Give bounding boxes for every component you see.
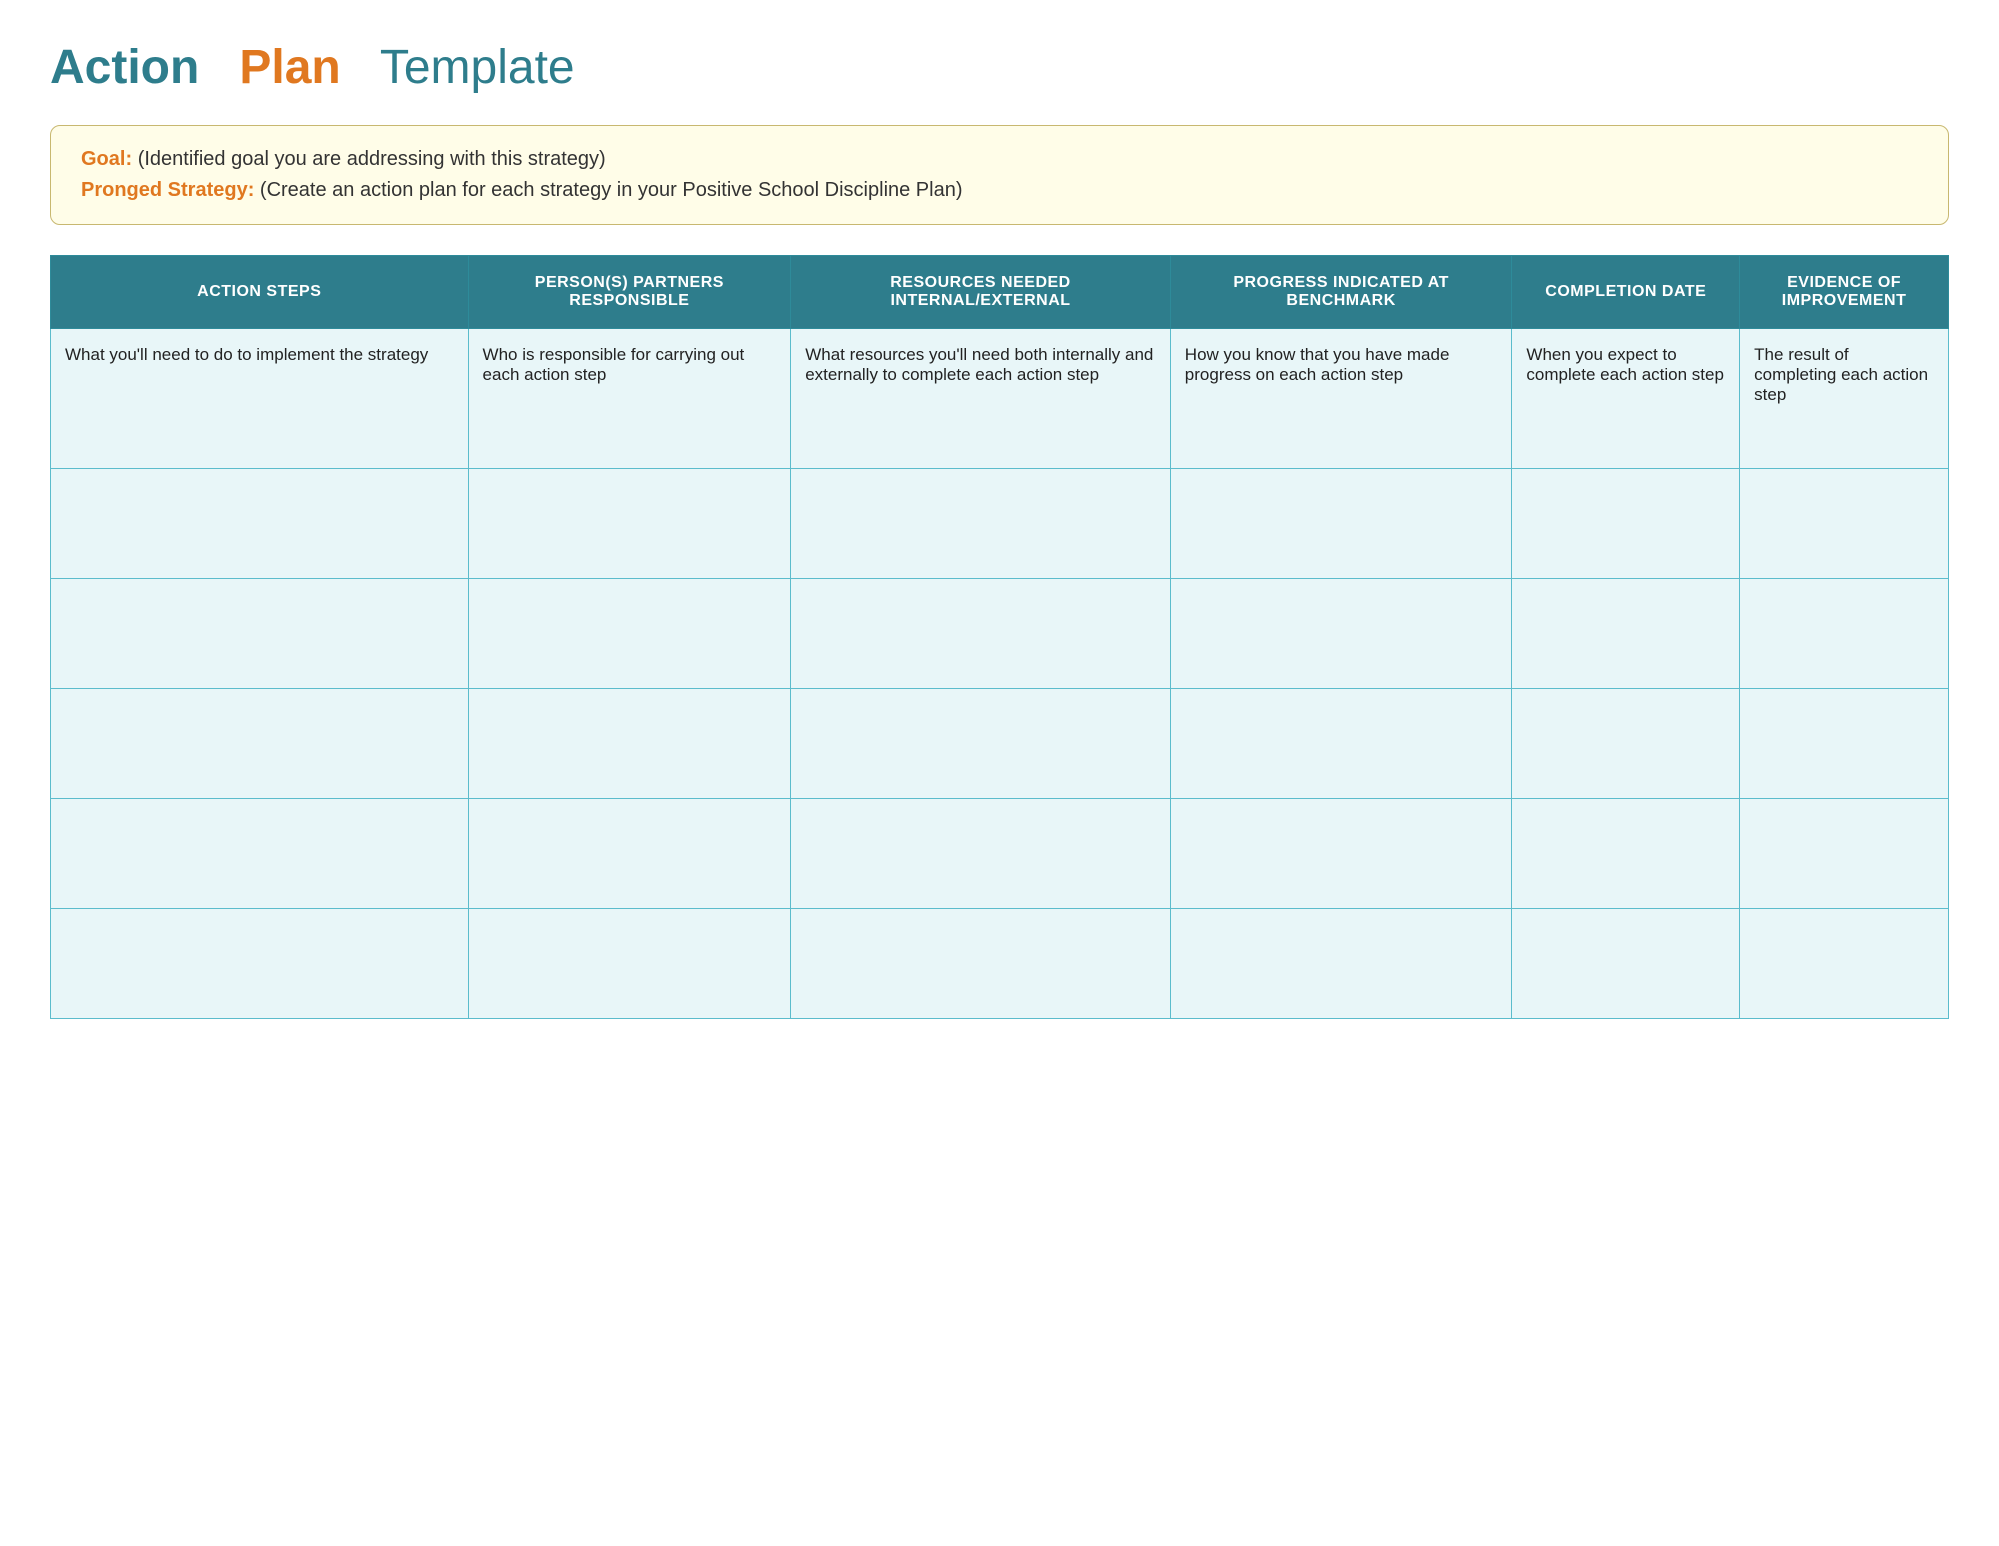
cell-resources-needed-2 [791, 469, 1171, 579]
cell-action-steps-1: What you'll need to do to implement the … [51, 329, 469, 469]
cell-evidence-improvement-4 [1740, 689, 1949, 799]
cell-evidence-improvement-3 [1740, 579, 1949, 689]
header-action-steps: ACTION STEPS [51, 256, 469, 329]
cell-persons-responsible-1: Who is responsible for carrying out each… [468, 329, 791, 469]
goal-box: Goal: (Identified goal you are addressin… [50, 125, 1949, 225]
table-row [51, 689, 1949, 799]
cell-completion-date-5 [1512, 799, 1740, 909]
table-header-row: ACTION STEPS PERSON(S) PARTNERS RESPONSI… [51, 256, 1949, 329]
cell-persons-responsible-4 [468, 689, 791, 799]
cell-completion-date-6 [1512, 909, 1740, 1019]
title-plan: Plan [239, 41, 340, 94]
header-progress-indicated: PROGRESS INDICATED AT BENCHMARK [1170, 256, 1512, 329]
cell-progress-indicated-5 [1170, 799, 1512, 909]
cell-completion-date-4 [1512, 689, 1740, 799]
cell-progress-indicated-3 [1170, 579, 1512, 689]
cell-resources-needed-6 [791, 909, 1171, 1019]
cell-resources-needed-5 [791, 799, 1171, 909]
cell-completion-date-2 [1512, 469, 1740, 579]
goal-label: Goal: [81, 148, 132, 170]
cell-progress-indicated-4 [1170, 689, 1512, 799]
table-row: What you'll need to do to implement the … [51, 329, 1949, 469]
goal-text: (Identified goal you are addressing with… [138, 148, 606, 170]
pronged-line: Pronged Strategy: (Create an action plan… [81, 179, 1918, 202]
title-action: Action [50, 41, 199, 94]
cell-persons-responsible-5 [468, 799, 791, 909]
cell-resources-needed-3 [791, 579, 1171, 689]
cell-persons-responsible-3 [468, 579, 791, 689]
cell-action-steps-3 [51, 579, 469, 689]
header-persons-responsible: PERSON(S) PARTNERS RESPONSIBLE [468, 256, 791, 329]
header-completion-date: COMPLETION DATE [1512, 256, 1740, 329]
action-plan-table: ACTION STEPS PERSON(S) PARTNERS RESPONSI… [50, 255, 1949, 1019]
cell-action-steps-2 [51, 469, 469, 579]
table-row [51, 909, 1949, 1019]
page-title: Action Plan Template [50, 40, 1949, 95]
cell-evidence-improvement-2 [1740, 469, 1949, 579]
cell-action-steps-6 [51, 909, 469, 1019]
cell-persons-responsible-6 [468, 909, 791, 1019]
cell-evidence-improvement-5 [1740, 799, 1949, 909]
cell-resources-needed-4 [791, 689, 1171, 799]
pronged-label: Pronged Strategy: [81, 179, 254, 201]
table-row [51, 579, 1949, 689]
header-resources-needed: RESOURCES NEEDED INTERNAL/EXTERNAL [791, 256, 1171, 329]
cell-evidence-improvement-1: The result of completing each action ste… [1740, 329, 1949, 469]
cell-persons-responsible-2 [468, 469, 791, 579]
cell-completion-date-3 [1512, 579, 1740, 689]
cell-resources-needed-1: What resources you'll need both internal… [791, 329, 1171, 469]
table-row [51, 469, 1949, 579]
cell-progress-indicated-1: How you know that you have made progress… [1170, 329, 1512, 469]
cell-progress-indicated-6 [1170, 909, 1512, 1019]
table-row [51, 799, 1949, 909]
cell-progress-indicated-2 [1170, 469, 1512, 579]
cell-evidence-improvement-6 [1740, 909, 1949, 1019]
cell-action-steps-5 [51, 799, 469, 909]
goal-line: Goal: (Identified goal you are addressin… [81, 148, 1918, 171]
title-template: Template [380, 41, 575, 94]
pronged-text: (Create an action plan for each strategy… [260, 179, 963, 201]
cell-completion-date-1: When you expect to complete each action … [1512, 329, 1740, 469]
header-evidence-improvement: EVIDENCE OF IMPROVEMENT [1740, 256, 1949, 329]
cell-action-steps-4 [51, 689, 469, 799]
